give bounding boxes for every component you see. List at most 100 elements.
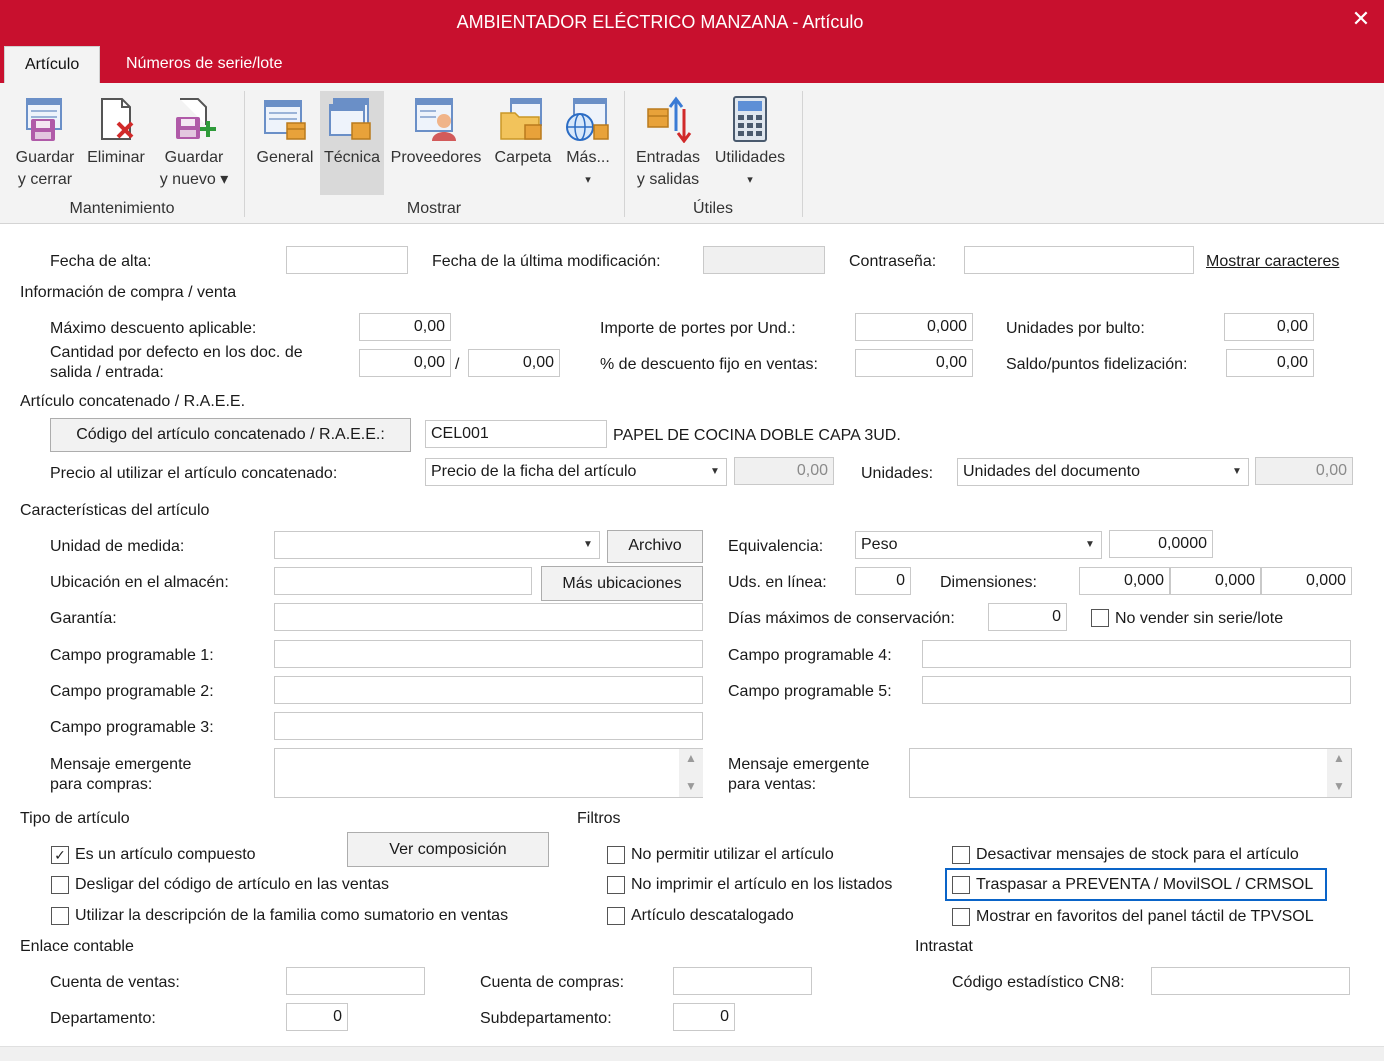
- chevron-down-icon: ▼: [583, 539, 593, 550]
- unidades-bulto-input[interactable]: 0,00: [1224, 313, 1314, 341]
- portes-input[interactable]: 0,000: [855, 313, 973, 341]
- scroll-up-icon[interactable]: ▲: [1327, 751, 1351, 765]
- unidades-select[interactable]: Unidades del documento ▼: [957, 458, 1249, 486]
- ribbon-tab-bar: Artículo Números de serie/lote: [0, 46, 1384, 83]
- no-permitir-checkbox[interactable]: [607, 846, 625, 864]
- campo-2-input[interactable]: [274, 676, 703, 704]
- group-label-utiles: Útiles: [692, 200, 733, 217]
- codigo-concatenado-button[interactable]: Código del artículo concatenado / R.A.E.…: [50, 418, 411, 452]
- general-button[interactable]: General: [252, 91, 318, 195]
- chevron-down-icon: ▼: [1232, 466, 1242, 477]
- archivo-button[interactable]: Archivo: [607, 530, 703, 563]
- no-imprimir-checkbox[interactable]: [607, 876, 625, 894]
- descuento-fijo-label: % de descuento fijo en ventas:: [600, 356, 818, 373]
- campo-2-label: Campo programable 2:: [50, 683, 214, 700]
- proveedores-button[interactable]: Proveedores: [386, 91, 486, 195]
- garantia-input[interactable]: [274, 603, 703, 631]
- close-icon[interactable]: ✕: [1348, 6, 1374, 32]
- ubicacion-input[interactable]: [274, 567, 532, 595]
- dimension-1-input[interactable]: 0,000: [1079, 567, 1170, 595]
- mensaje-compras-label-2: para compras:: [50, 776, 153, 793]
- section-compra-venta: Información de compra / venta: [20, 284, 237, 301]
- section-tipo-articulo: Tipo de artículo: [20, 810, 130, 827]
- precio-concatenado-select[interactable]: Precio de la ficha del artículo ▼: [425, 458, 727, 486]
- fecha-alta-label: Fecha de alta:: [50, 253, 152, 270]
- compuesto-checkbox[interactable]: ✓: [51, 846, 69, 864]
- section-caracteristicas: Características del artículo: [20, 502, 210, 519]
- transfer-arrows-icon: [647, 96, 692, 143]
- entradas-label-2: y salidas: [636, 171, 700, 188]
- save-close-button[interactable]: Guardar y cerrar: [8, 91, 82, 195]
- campo-3-input[interactable]: [274, 712, 703, 740]
- mostrar-caracteres-link[interactable]: Mostrar caracteres: [1206, 252, 1339, 272]
- entradas-salidas-button[interactable]: Entradas y salidas: [630, 91, 706, 195]
- desactivar-stock-checkbox[interactable]: [952, 846, 970, 864]
- unidad-medida-select[interactable]: ▼: [274, 531, 600, 559]
- familia-sumatorio-checkbox[interactable]: [51, 907, 69, 925]
- campo-1-input[interactable]: [274, 640, 703, 668]
- equivalencia-select[interactable]: Peso ▼: [855, 531, 1102, 559]
- carpeta-button[interactable]: Carpeta: [490, 91, 556, 195]
- mas-label: Más...: [566, 149, 610, 166]
- uds-linea-input[interactable]: 0: [855, 567, 911, 595]
- save-close-label-2: y cerrar: [17, 171, 73, 188]
- tecnica-button[interactable]: Técnica: [320, 91, 384, 195]
- mensaje-ventas-scrollbar[interactable]: ▲ ▼: [1327, 749, 1351, 797]
- codigo-concatenado-input[interactable]: CEL001: [425, 420, 607, 448]
- campo-1-label: Campo programable 1:: [50, 647, 214, 664]
- campo-4-input[interactable]: [922, 640, 1351, 668]
- max-descuento-input[interactable]: 0,00: [359, 313, 451, 341]
- favoritos-tpvsol-label: Mostrar en favoritos del panel táctil de…: [976, 908, 1314, 925]
- unidades-bulto-label: Unidades por bulto:: [1006, 320, 1145, 337]
- fecha-modificacion-input: [703, 246, 825, 274]
- dias-conservacion-input[interactable]: 0: [988, 603, 1067, 631]
- tab-articulo[interactable]: Artículo: [4, 46, 101, 83]
- cantidad-entrada-input[interactable]: 0,00: [468, 349, 560, 377]
- tab-numeros-serie-lote[interactable]: Números de serie/lote: [106, 46, 303, 83]
- cantidad-salida-input[interactable]: 0,00: [359, 349, 451, 377]
- portes-label: Importe de portes por Und.:: [600, 320, 796, 337]
- fecha-modificacion-label: Fecha de la última modificación:: [432, 253, 661, 270]
- delete-button[interactable]: Eliminar: [82, 91, 150, 195]
- desligar-checkbox[interactable]: [51, 876, 69, 894]
- utilidades-button[interactable]: Utilidades ▾: [708, 91, 792, 195]
- departamento-input[interactable]: 0: [286, 1003, 348, 1031]
- save-new-button[interactable]: Guardar y nuevo ▾: [154, 91, 234, 195]
- dimension-3-input[interactable]: 0,000: [1261, 567, 1352, 595]
- globe-icon: [566, 98, 609, 141]
- dias-conservacion-label: Días máximos de conservación:: [728, 610, 955, 627]
- carpeta-label: Carpeta: [494, 149, 552, 166]
- dimension-2-input[interactable]: 0,000: [1170, 567, 1261, 595]
- codigo-cn8-input[interactable]: [1151, 967, 1350, 995]
- scroll-up-icon[interactable]: ▲: [679, 751, 703, 765]
- subdepartamento-input[interactable]: 0: [673, 1003, 735, 1031]
- mensaje-compras-scrollbar[interactable]: ▲ ▼: [679, 749, 703, 797]
- tecnica-form-icon: [329, 98, 371, 140]
- unidades-label: Unidades:: [861, 465, 934, 482]
- traspasar-checkbox[interactable]: [952, 876, 970, 894]
- cuenta-compras-input[interactable]: [673, 967, 812, 995]
- unidades-amount: 0,00: [1255, 457, 1353, 485]
- equivalencia-input[interactable]: 0,0000: [1109, 530, 1213, 558]
- scroll-down-icon[interactable]: ▼: [679, 779, 703, 793]
- window-title: AMBIENTADOR ELÉCTRICO MANZANA - Artículo: [456, 12, 864, 32]
- no-vender-checkbox[interactable]: [1091, 609, 1109, 627]
- saldo-puntos-input[interactable]: 0,00: [1226, 349, 1314, 377]
- campo-5-input[interactable]: [922, 676, 1351, 704]
- group-label-mostrar: Mostrar: [406, 200, 462, 217]
- mas-button[interactable]: Más... ▾: [560, 91, 616, 195]
- contrasena-input[interactable]: [964, 246, 1194, 274]
- mas-ubicaciones-button[interactable]: Más ubicaciones: [541, 566, 703, 601]
- desligar-label: Desligar del código de artículo en las v…: [75, 876, 389, 893]
- scroll-down-icon[interactable]: ▼: [1327, 779, 1351, 793]
- mensaje-ventas-label-2: para ventas:: [728, 776, 817, 793]
- cuenta-ventas-input[interactable]: [286, 967, 425, 995]
- descatalogado-checkbox[interactable]: [607, 907, 625, 925]
- favoritos-tpvsol-checkbox[interactable]: [952, 908, 970, 926]
- max-descuento-label: Máximo descuento aplicable:: [50, 320, 257, 337]
- fecha-alta-input[interactable]: [286, 246, 408, 274]
- ver-composicion-button[interactable]: Ver composición: [347, 832, 549, 867]
- descuento-fijo-input[interactable]: 0,00: [855, 349, 973, 377]
- mensaje-ventas-textarea[interactable]: [909, 748, 1352, 798]
- mensaje-compras-textarea[interactable]: [274, 748, 703, 798]
